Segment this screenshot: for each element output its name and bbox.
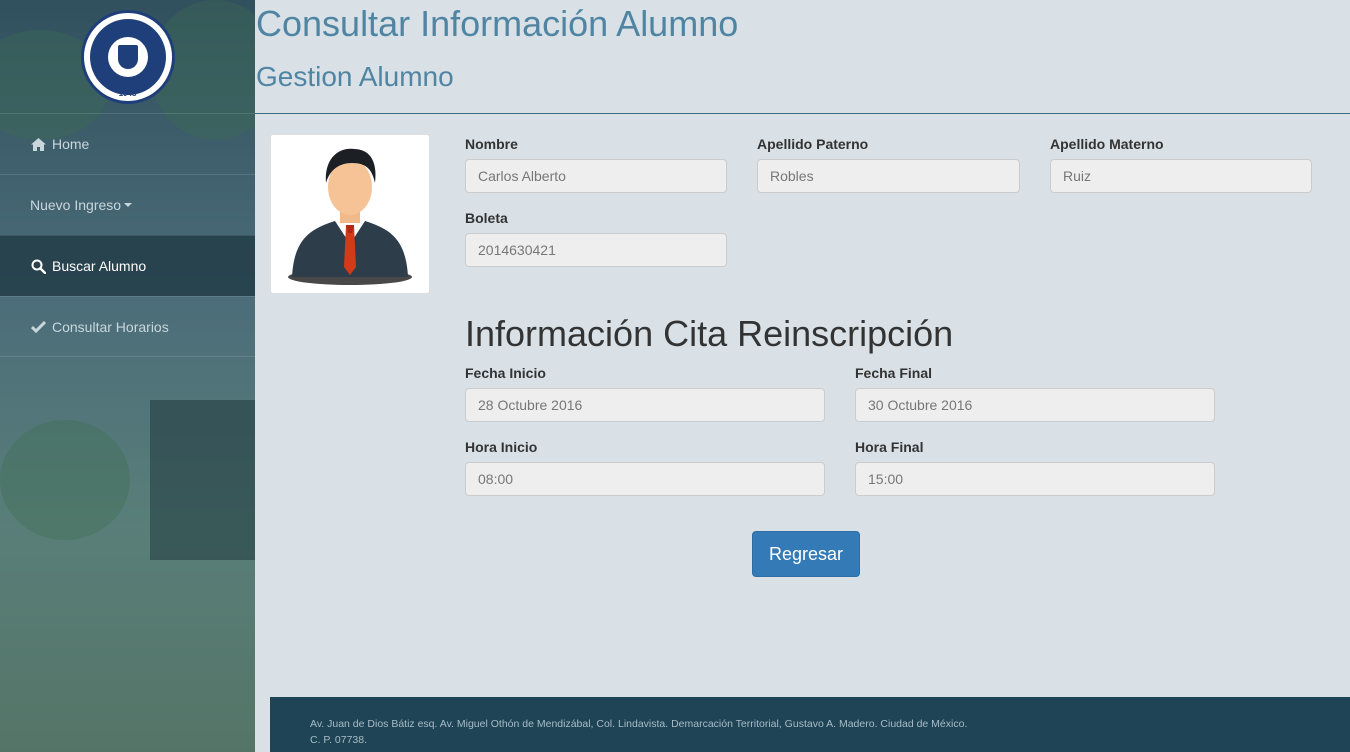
sidebar-item-home[interactable]: Home — [0, 113, 255, 174]
hora-final-field[interactable]: 15:00 — [855, 462, 1215, 496]
home-icon — [30, 137, 46, 151]
hora-inicio-label: Hora Inicio — [465, 439, 538, 455]
section-title: Información Cita Reinscripción — [465, 313, 954, 354]
shield-icon — [117, 44, 138, 69]
logo-area: 1948 — [0, 0, 255, 113]
person-avatar-icon — [288, 148, 412, 285]
boleta-field[interactable]: 2014630421 — [465, 233, 727, 267]
caret-down-icon — [124, 203, 133, 207]
boleta-label: Boleta — [465, 210, 508, 226]
seal-year: 1948 — [118, 88, 137, 98]
fecha-final-label: Fecha Final — [855, 365, 933, 381]
apellido-materno-label: Apellido Materno — [1050, 136, 1164, 152]
fecha-inicio-field[interactable]: 28 Octubre 2016 — [465, 388, 825, 422]
sidebar-item-consultar-horarios[interactable]: Consultar Horarios — [0, 296, 255, 357]
footer: Av. Juan de Dios Bátiz esq. Av. Miguel O… — [270, 697, 1350, 752]
fecha-inicio-label: Fecha Inicio — [465, 365, 546, 381]
hora-inicio-field[interactable]: 08:00 — [465, 462, 825, 496]
sidebar-item-nuevo-ingreso[interactable]: Nuevo Ingreso — [0, 174, 255, 235]
footer-address: Av. Juan de Dios Bátiz esq. Av. Miguel O… — [310, 718, 968, 746]
apellido-paterno-label: Apellido Paterno — [757, 136, 869, 152]
sidebar-item-label: Buscar Alumno — [52, 258, 147, 274]
background-building — [150, 400, 255, 560]
check-icon — [30, 320, 46, 333]
page-header: Consultar Información Alumno Gestion Alu… — [255, 0, 1350, 114]
background-tree — [0, 420, 130, 540]
nombre-label: Nombre — [465, 136, 518, 152]
sidebar-item-label: Home — [52, 136, 90, 152]
regresar-button[interactable]: Regresar — [752, 531, 860, 577]
sidebar-nav: Home Nuevo Ingreso Buscar Alumno Consult… — [0, 113, 255, 357]
apellido-materno-field[interactable]: Ruiz — [1050, 159, 1312, 193]
university-seal-logo: 1948 — [80, 9, 175, 104]
sidebar-item-buscar-alumno[interactable]: Buscar Alumno — [0, 235, 255, 296]
page-subtitle: Gestion Alumno — [256, 61, 454, 92]
nombre-field[interactable]: Carlos Alberto — [465, 159, 727, 193]
fecha-final-field[interactable]: 30 Octubre 2016 — [855, 388, 1215, 422]
search-icon — [30, 259, 46, 274]
sidebar-item-label: Nuevo Ingreso — [30, 197, 122, 213]
page-title: Consultar Información Alumno — [256, 3, 739, 44]
apellido-paterno-field[interactable]: Robles — [757, 159, 1020, 193]
sidebar: 1948 Home Nuevo Ingreso Buscar Alumno Co… — [0, 0, 255, 752]
hora-final-label: Hora Final — [855, 439, 924, 455]
student-avatar — [270, 134, 430, 294]
sidebar-item-label: Consultar Horarios — [52, 318, 169, 335]
